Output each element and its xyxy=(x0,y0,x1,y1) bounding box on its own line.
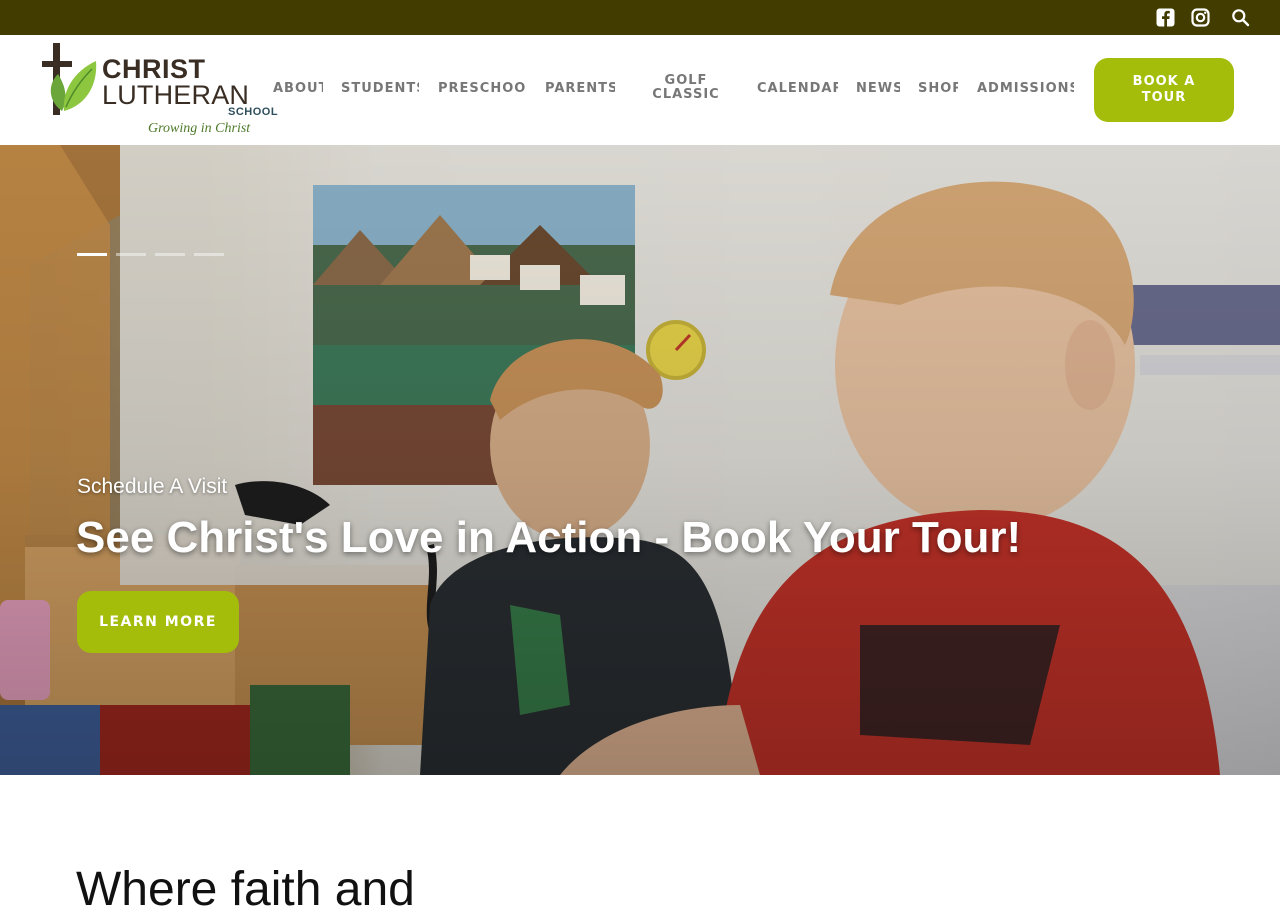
hero-overlay xyxy=(0,145,1280,775)
nav-item-news[interactable]: NEWS xyxy=(856,81,900,96)
logo-line-1: CHRIST xyxy=(102,54,206,84)
site-header: CHRIST LUTHERAN SCHOOL Growing in Christ… xyxy=(0,35,1280,145)
slide-indicator-2[interactable] xyxy=(116,253,146,256)
facebook-icon[interactable] xyxy=(1156,8,1175,27)
intro-heading: Where faith and xyxy=(76,863,415,916)
learn-more-button[interactable]: LEARN MORE xyxy=(77,591,239,653)
search-icon[interactable] xyxy=(1231,8,1250,27)
logo-line-3: SCHOOL xyxy=(228,106,279,118)
nav-item-shop[interactable]: SHOP xyxy=(918,81,958,96)
utility-bar xyxy=(0,0,1280,35)
instagram-icon[interactable] xyxy=(1191,8,1210,27)
logo-tagline: Growing in Christ xyxy=(148,121,251,136)
nav-item-preschool[interactable]: PRESCHOOL xyxy=(438,81,526,96)
hero-kicker: Schedule A Visit xyxy=(77,475,228,498)
slide-indicator-4[interactable] xyxy=(194,253,224,256)
nav-item-golf-classic[interactable]: GOLF CLASSIC xyxy=(644,74,728,102)
logo-line-2: LUTHERAN xyxy=(102,80,250,110)
slide-indicator-3[interactable] xyxy=(155,253,185,256)
hero-slider: Schedule A Visit See Christ's Love in Ac… xyxy=(0,145,1280,775)
school-logo[interactable]: CHRIST LUTHERAN SCHOOL Growing in Christ xyxy=(40,41,278,139)
cross-leaf-icon xyxy=(42,43,97,115)
nav-item-admissions[interactable]: ADMISSIONS xyxy=(977,81,1074,96)
slide-indicator-1[interactable] xyxy=(77,253,107,256)
book-a-tour-button[interactable]: BOOK A TOUR xyxy=(1094,58,1234,122)
hero-title: See Christ's Love in Action - Book Your … xyxy=(76,513,1022,562)
nav-item-parents[interactable]: PARENTS xyxy=(545,81,615,96)
nav-item-about[interactable]: ABOUT xyxy=(273,81,323,96)
nav-item-students[interactable]: STUDENTS xyxy=(341,81,419,96)
nav-item-calendar[interactable]: CALENDAR xyxy=(757,81,838,96)
